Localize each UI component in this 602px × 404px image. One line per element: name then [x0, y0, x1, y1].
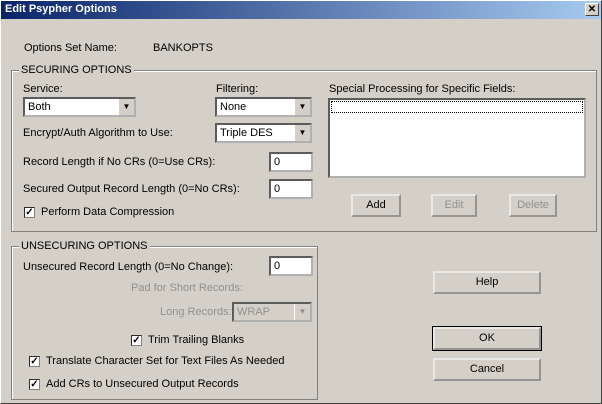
options-set-label: Options Set Name:	[24, 42, 117, 54]
delete-button[interactable]: Delete	[509, 194, 557, 217]
add-button[interactable]: Add	[351, 194, 401, 217]
unsecured-length-value: 0	[274, 260, 281, 272]
list-focus-item[interactable]	[331, 101, 583, 113]
secured-output-value: 0	[274, 183, 281, 195]
pad-short-records-label: Pad for Short Records:	[131, 282, 243, 294]
algorithm-dropdown[interactable]: Triple DES ▼	[215, 123, 312, 143]
filtering-label: Filtering:	[216, 83, 259, 95]
record-length-input[interactable]: 0	[269, 152, 313, 172]
add-crs-label: Add CRs to Unsecured Output Records	[46, 378, 239, 390]
special-processing-list[interactable]	[328, 98, 586, 178]
securing-options-title: SECURING OPTIONS	[19, 64, 134, 76]
cancel-button[interactable]: Cancel	[433, 358, 541, 381]
trim-blanks-checkbox[interactable]: ✓	[131, 335, 142, 346]
dialog-title: Edit Psypher Options	[5, 3, 117, 15]
record-length-value: 0	[274, 156, 281, 168]
algorithm-label: Encrypt/Auth Algorithm to Use:	[23, 127, 173, 139]
compression-label: Perform Data Compression	[41, 206, 175, 218]
filtering-value: None	[220, 101, 247, 113]
service-label: Service:	[23, 83, 63, 95]
unsecured-length-label: Unsecured Record Length (0=No Change):	[23, 261, 234, 273]
long-records-label: Long Records:	[160, 306, 232, 318]
unsecured-length-input[interactable]: 0	[269, 256, 313, 276]
close-icon[interactable]: ✕	[585, 3, 599, 16]
long-records-value: WRAP	[237, 306, 270, 318]
trim-blanks-label: Trim Trailing Blanks	[148, 334, 245, 346]
options-set-value: BANKOPTS	[153, 42, 213, 54]
chevron-down-icon[interactable]: ▼	[294, 99, 310, 115]
algorithm-value: Triple DES	[220, 127, 273, 139]
secured-output-input[interactable]: 0	[269, 179, 313, 199]
translate-charset-label: Translate Character Set for Text Files A…	[46, 355, 285, 367]
service-value: Both	[28, 101, 51, 113]
service-dropdown[interactable]: Both ▼	[23, 97, 136, 117]
edit-button[interactable]: Edit	[431, 194, 477, 217]
filtering-dropdown[interactable]: None ▼	[215, 97, 312, 117]
secured-output-label: Secured Output Record Length (0=No CRs):	[23, 183, 240, 195]
ok-button[interactable]: OK	[432, 326, 542, 351]
translate-charset-checkbox[interactable]: ✓	[29, 356, 40, 367]
chevron-down-icon[interactable]: ▼	[294, 304, 310, 320]
special-processing-label: Special Processing for Specific Fields:	[329, 83, 516, 95]
edit-options-dialog: Edit Psypher Options ✕ Options Set Name:…	[0, 0, 602, 404]
chevron-down-icon[interactable]: ▼	[294, 125, 310, 141]
long-records-dropdown[interactable]: WRAP ▼	[232, 302, 312, 322]
add-crs-checkbox[interactable]: ✓	[29, 379, 40, 390]
chevron-down-icon[interactable]: ▼	[118, 99, 134, 115]
title-bar[interactable]: Edit Psypher Options ✕	[1, 1, 601, 19]
unsecuring-options-title: UNSECURING OPTIONS	[19, 240, 150, 252]
compression-checkbox[interactable]: ✓	[24, 207, 35, 218]
record-length-label: Record Length if No CRs (0=Use CRs):	[23, 156, 216, 168]
help-button[interactable]: Help	[433, 271, 541, 294]
